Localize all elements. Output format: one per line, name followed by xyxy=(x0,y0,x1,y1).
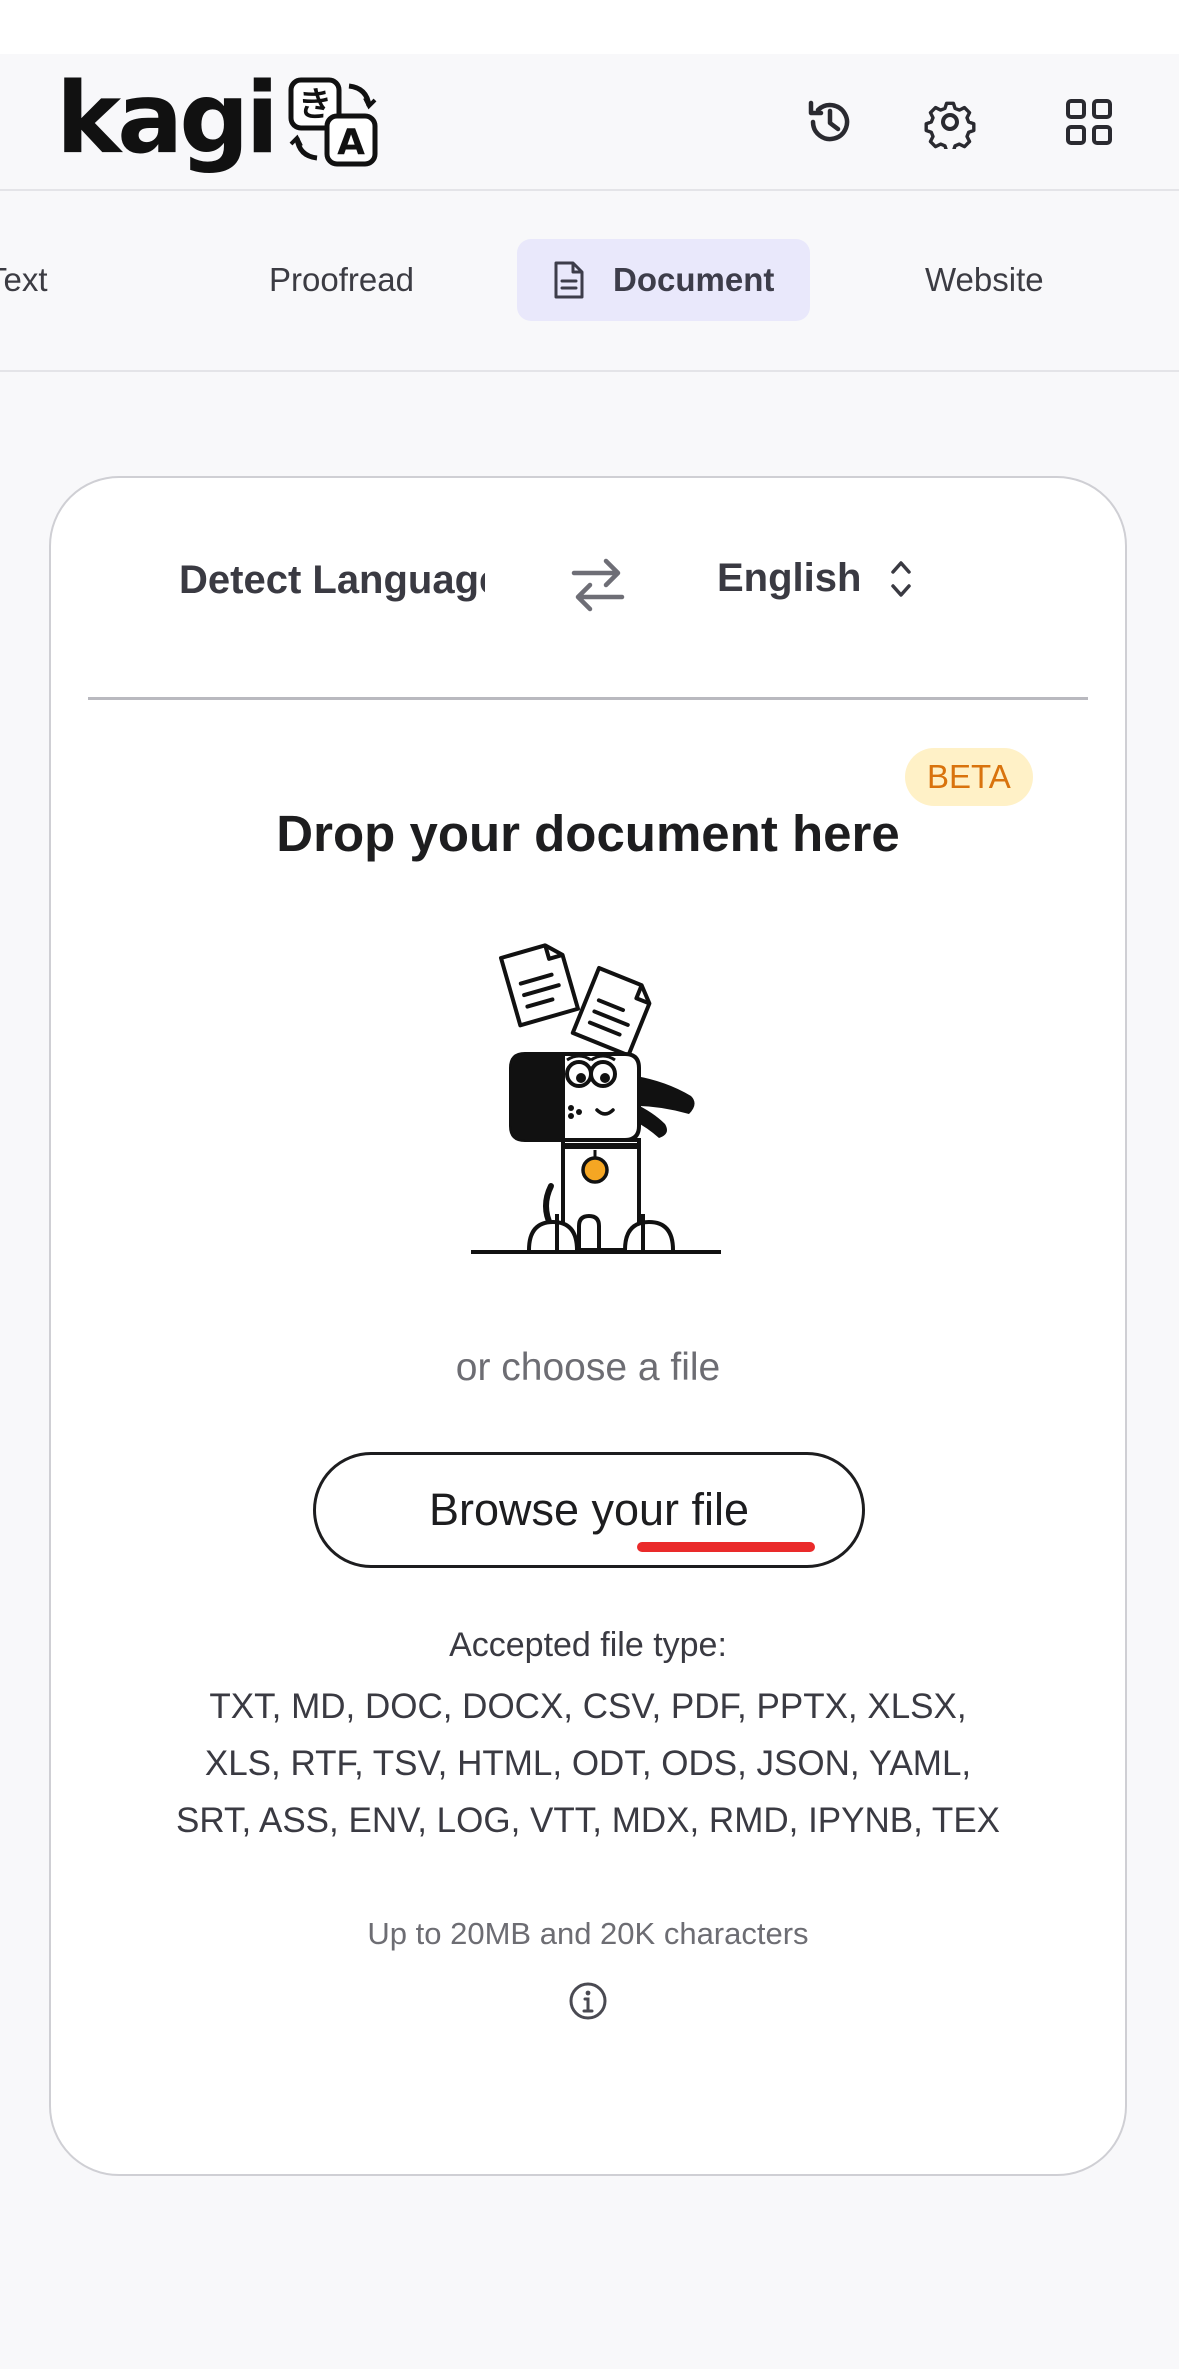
language-selector-row: Detect Language English xyxy=(51,478,1125,698)
swap-arrows-icon[interactable] xyxy=(563,550,633,620)
section-divider xyxy=(88,697,1088,700)
tab-text[interactable]: Text xyxy=(0,239,48,321)
source-language-select[interactable]: Detect Language xyxy=(179,558,485,603)
target-language-label: English xyxy=(717,556,862,600)
logo-wordmark: kagi xyxy=(56,61,279,176)
kagi-logo[interactable]: kagi き A xyxy=(56,54,379,189)
tab-label: Proofread xyxy=(269,261,414,298)
status-area xyxy=(0,0,1179,54)
translate-glyph-icon: き A xyxy=(288,77,378,166)
tab-proofread[interactable]: Proofread xyxy=(269,239,414,321)
svg-text:A: A xyxy=(337,122,365,163)
dropzone-title: Drop your document here xyxy=(276,805,900,862)
tab-label: Text xyxy=(0,261,48,298)
document-translate-card: Detect Language English BETA Drop your d… xyxy=(49,476,1127,2176)
history-icon[interactable] xyxy=(800,92,860,152)
tab-website[interactable]: Website xyxy=(925,239,1044,321)
tab-document[interactable]: Document xyxy=(517,239,811,321)
app-header: kagi き A xyxy=(0,54,1179,191)
info-icon[interactable] xyxy=(567,1980,609,2022)
apps-grid-icon[interactable] xyxy=(1059,92,1119,152)
or-choose-text: or choose a file xyxy=(455,1346,721,1389)
gear-icon[interactable] xyxy=(920,92,980,152)
document-icon xyxy=(554,261,584,299)
chevron-up-down-icon xyxy=(891,560,912,597)
accepted-types-list: TXT, MD, DOC, DOCX, CSV, PDF, PPTX, XLSX… xyxy=(175,1687,1001,1840)
tab-label: Document xyxy=(613,261,775,298)
beta-badge: BETA xyxy=(905,748,1033,806)
tab-label: Website xyxy=(925,261,1044,298)
dog-with-documents-illustration xyxy=(471,943,721,1254)
size-limit-note: Up to 20MB and 20K characters xyxy=(367,1916,809,1951)
mode-tabs: Text Proofread Document Website xyxy=(0,191,1179,372)
red-underline-annotation xyxy=(637,1542,815,1552)
target-language-select[interactable]: English xyxy=(717,556,913,601)
accepted-types-title: Accepted file type: xyxy=(449,1626,727,1664)
